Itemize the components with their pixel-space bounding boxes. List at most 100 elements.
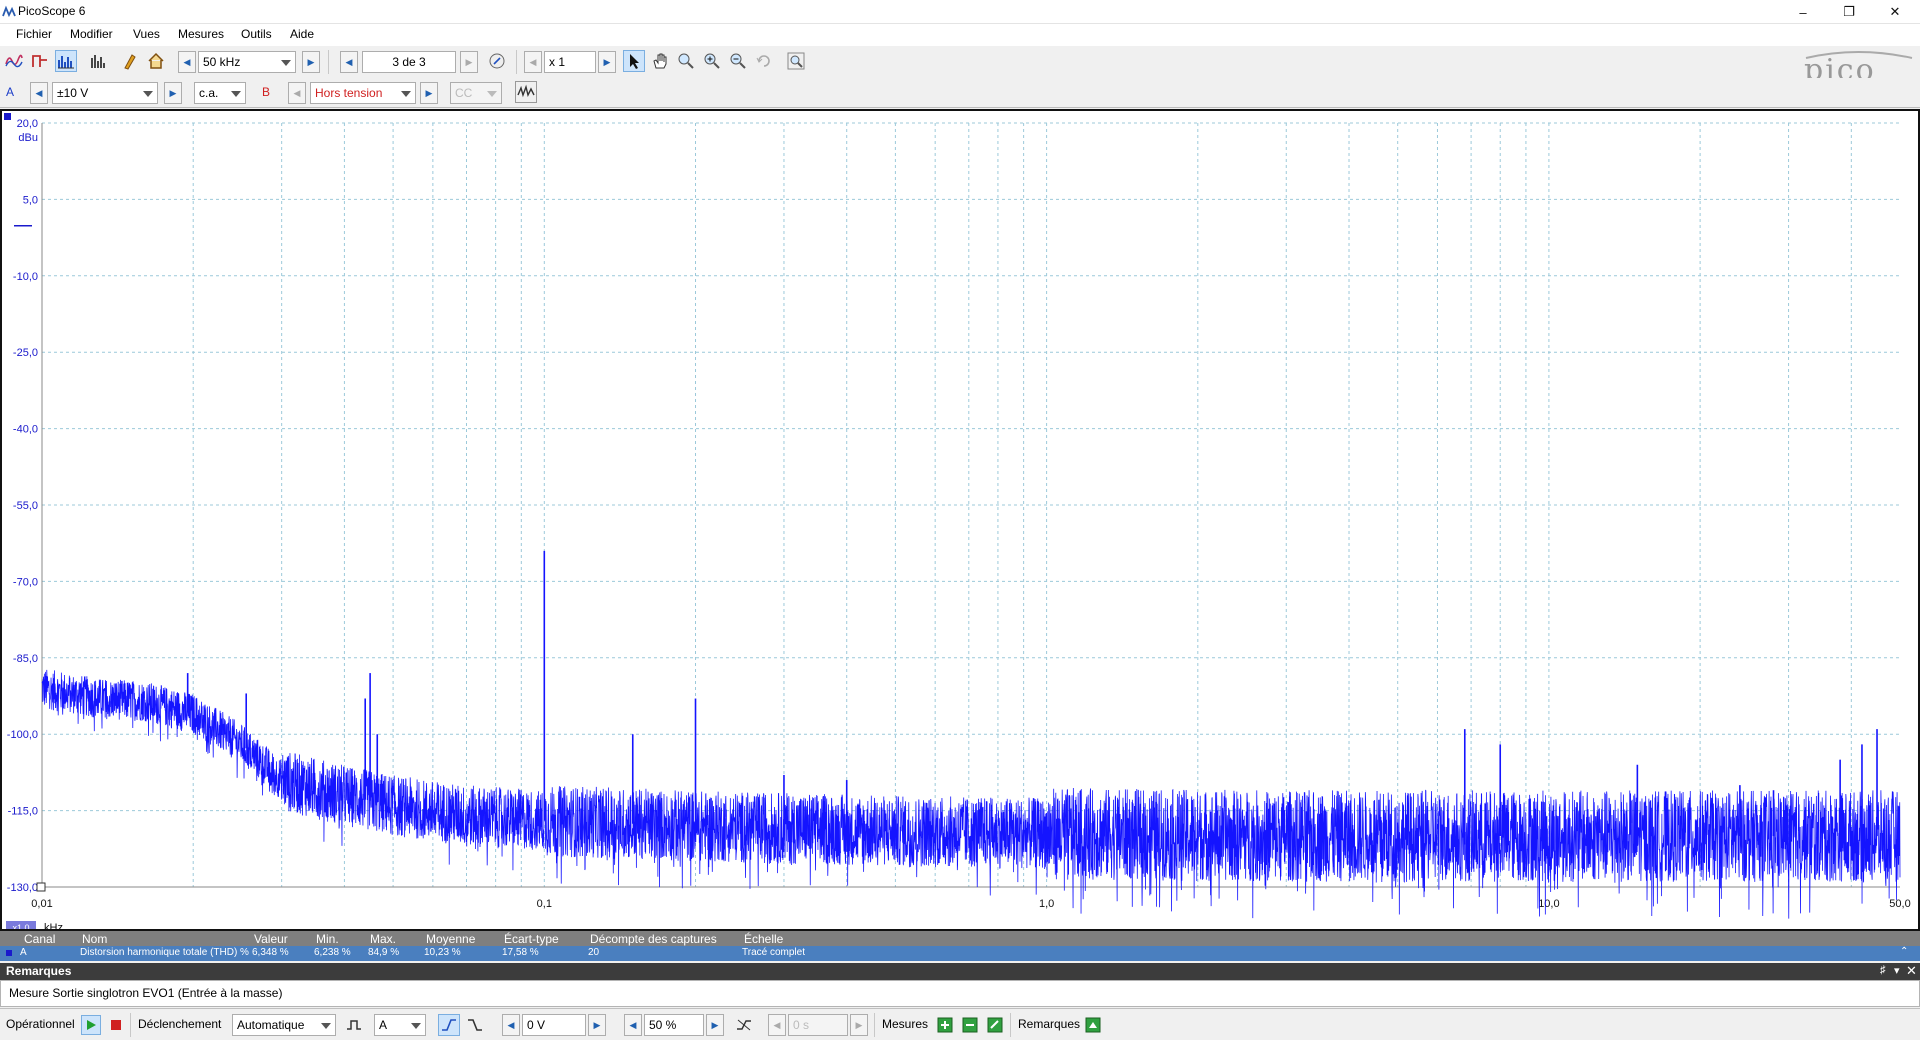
origin-marker xyxy=(36,882,46,892)
pin-icon[interactable]: ♯ xyxy=(1880,964,1886,976)
trigger-source-select[interactable]: A xyxy=(374,1014,426,1036)
edit-measurement-icon[interactable] xyxy=(986,1016,1004,1034)
timebase-prev-button[interactable]: ◀ xyxy=(178,51,196,73)
measurement-count: 20 xyxy=(588,947,600,958)
falling-edge-icon[interactable] xyxy=(464,1014,486,1036)
trigger-level-next-button[interactable]: ▶ xyxy=(588,1014,606,1036)
channel-a-marker xyxy=(4,113,11,120)
col-canal: Canal xyxy=(24,932,56,946)
spectrum-plot[interactable]: 20,0 5,0 -10,0 -25,0 -40,0 -55,0 -70,0 -85,0 -10… xyxy=(0,109,1920,931)
delay-field[interactable]: 0 s xyxy=(788,1014,848,1036)
post-trigger-delay-icon[interactable] xyxy=(733,1014,755,1036)
y-tick-label: -25,0 xyxy=(13,347,38,359)
measurements-header: Canal Nom Valeur Min. Max. Moyenne Écart… xyxy=(0,931,1920,946)
spectrum-chart[interactable]: 20,0 5,0 -10,0 -25,0 -40,0 -55,0 -70,0 -85,0 -10… xyxy=(2,111,1918,929)
add-measurement-icon[interactable] xyxy=(936,1016,954,1034)
spectrum-mode-icon[interactable] xyxy=(55,50,77,72)
range-b-prev-button[interactable]: ◀ xyxy=(288,82,306,104)
title-bar: PicoScope 6 – ❐ ✕ xyxy=(0,0,1920,24)
scope-mode-icon[interactable] xyxy=(3,50,25,72)
range-a-prev-button[interactable]: ◀ xyxy=(30,82,48,104)
minimize-button[interactable]: – xyxy=(1780,0,1826,24)
menu-modifier[interactable]: Modifier xyxy=(62,27,121,41)
x-tick-label: 0,01 xyxy=(31,898,52,910)
delay-next-button[interactable]: ▶ xyxy=(850,1014,868,1036)
notes-menu-icon[interactable]: ▾ xyxy=(1894,964,1900,977)
close-button[interactable]: ✕ xyxy=(1872,0,1918,24)
trigger-source-value: A xyxy=(379,1018,388,1032)
pretrigger-field[interactable]: 50 % xyxy=(644,1014,704,1036)
channel-a-options[interactable]: A xyxy=(4,82,26,104)
zoom-factor-field[interactable]: x 1 xyxy=(544,51,596,73)
coupling-a-select[interactable]: c.a. xyxy=(194,82,246,104)
menu-vues[interactable]: Vues xyxy=(125,27,168,41)
menu-aide[interactable]: Aide xyxy=(282,27,322,41)
x-unit-label: kHz xyxy=(44,922,63,929)
capture-history-icon[interactable] xyxy=(486,50,508,72)
trigger-level-prev-button[interactable]: ◀ xyxy=(502,1014,520,1036)
range-b-next-button[interactable]: ▶ xyxy=(420,82,438,104)
advanced-trigger-icon[interactable] xyxy=(343,1014,365,1036)
stop-button[interactable] xyxy=(107,1016,125,1034)
trigger-mode-select[interactable]: Automatique xyxy=(232,1014,336,1036)
range-b-select[interactable]: Hors tension xyxy=(310,82,416,104)
timebase-next-button[interactable]: ▶ xyxy=(302,51,320,73)
capture-next-button[interactable]: ▶ xyxy=(460,51,478,73)
y-tick-label: -10,0 xyxy=(13,271,38,283)
measurement-name: Distorsion harmonique totale (THD) % xyxy=(80,947,249,958)
x-tick-label: 50,0 xyxy=(1889,898,1910,910)
coupling-a-value: c.a. xyxy=(199,86,219,100)
zoom-next-button[interactable]: ▶ xyxy=(598,51,616,73)
chevron-down-icon xyxy=(143,91,153,97)
channel-b-options[interactable]: B xyxy=(258,82,280,104)
chevron-down-icon xyxy=(401,91,411,97)
trigger-level-field[interactable]: 0 V xyxy=(522,1014,586,1036)
hand-tool-icon[interactable] xyxy=(649,50,671,72)
pointer-tool-icon[interactable] xyxy=(623,50,645,72)
zoom-out-icon[interactable] xyxy=(727,50,749,72)
notes-text: Mesure Sortie singlotron EVO1 (Entrée à … xyxy=(9,986,283,1000)
collapse-icon[interactable]: ⌃ xyxy=(1900,946,1908,957)
capture-prev-button[interactable]: ◀ xyxy=(340,51,358,73)
spectrum-options-icon[interactable] xyxy=(87,50,109,72)
notes-toggle-icon[interactable] xyxy=(1084,1016,1102,1034)
pretrigger-prev-button[interactable]: ◀ xyxy=(624,1014,642,1036)
range-a-select[interactable]: ±10 V xyxy=(52,82,158,104)
menu-fichier[interactable]: Fichier xyxy=(8,27,60,41)
y-tick-label: 5,0 xyxy=(23,194,38,206)
home-icon[interactable] xyxy=(145,50,167,72)
signal-generator-icon[interactable] xyxy=(515,81,537,103)
x-tick-label: 1,0 xyxy=(1039,898,1054,910)
notes-close-icon[interactable]: ✕ xyxy=(1906,963,1917,979)
probe-icon[interactable] xyxy=(119,50,141,72)
undo-zoom-icon[interactable] xyxy=(753,50,775,72)
timebase-select[interactable]: 50 kHz xyxy=(198,51,296,73)
measurement-row[interactable]: A Distorsion harmonique totale (THD) % 6… xyxy=(0,946,1920,961)
status-bar: Opérationnel Déclenchement Automatique A… xyxy=(0,1008,1920,1040)
zoom-in-icon[interactable] xyxy=(701,50,723,72)
capture-index-field[interactable]: 3 de 3 xyxy=(362,51,456,73)
menu-mesures[interactable]: Mesures xyxy=(170,27,232,41)
start-button[interactable] xyxy=(81,1015,101,1035)
restore-button[interactable]: ❐ xyxy=(1826,0,1872,24)
separator xyxy=(874,1013,875,1037)
zoom-overview-icon[interactable] xyxy=(785,50,807,72)
range-a-next-button[interactable]: ▶ xyxy=(164,82,182,104)
persistence-mode-icon[interactable] xyxy=(29,50,51,72)
zoom-factor-value: x 1 xyxy=(549,55,566,69)
rising-edge-icon[interactable] xyxy=(438,1014,460,1036)
remove-measurement-icon[interactable] xyxy=(961,1016,979,1034)
zoom-prev-button[interactable]: ◀ xyxy=(524,51,542,73)
notes-textarea[interactable]: Mesure Sortie singlotron EVO1 (Entrée à … xyxy=(0,980,1920,1007)
trigger-label: Déclenchement xyxy=(138,1017,222,1031)
col-moyenne: Moyenne xyxy=(426,932,476,946)
capture-index-value: 3 de 3 xyxy=(392,55,426,69)
run-status-label: Opérationnel xyxy=(6,1017,75,1031)
menu-outils[interactable]: Outils xyxy=(233,27,280,41)
delay-prev-button[interactable]: ◀ xyxy=(768,1014,786,1036)
pretrigger-next-button[interactable]: ▶ xyxy=(706,1014,724,1036)
zoom-area-icon[interactable] xyxy=(675,50,697,72)
y-tick-label: 20,0 xyxy=(17,118,38,130)
coupling-b-select[interactable]: CC xyxy=(450,82,502,104)
measurement-channel: A xyxy=(20,947,27,958)
